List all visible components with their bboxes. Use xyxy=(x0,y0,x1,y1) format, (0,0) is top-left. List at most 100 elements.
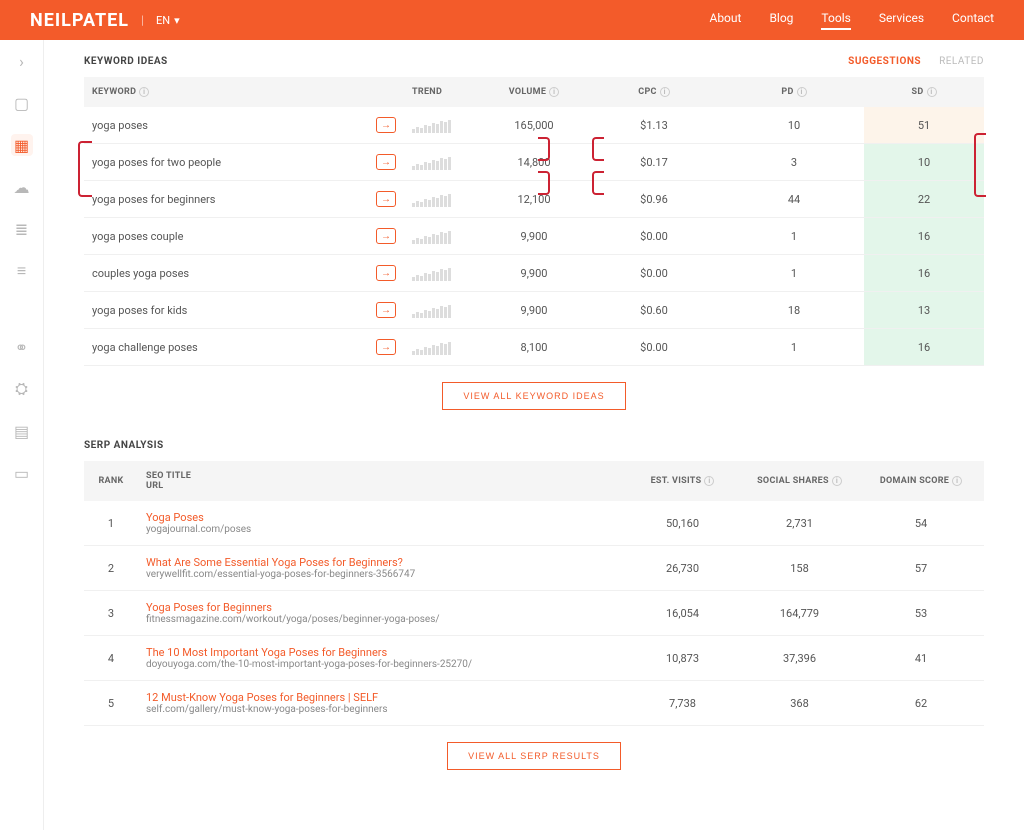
nav-contact[interactable]: Contact xyxy=(952,11,994,30)
sidebar: › ▢ ▦ ☁ ≣ ≡ ⚭ ⛭ ▤ ▭ xyxy=(0,40,44,830)
expand-button[interactable]: → xyxy=(376,154,396,170)
pd-cell: 1 xyxy=(724,218,864,255)
kw-header-row: KEYWORDi TREND VOLUMEi CPCi PDi SDi xyxy=(84,77,984,107)
list-icon[interactable]: ≡ xyxy=(11,260,33,282)
kw-cell: yoga poses for beginners→ xyxy=(84,181,404,218)
info-icon[interactable]: i xyxy=(139,87,149,97)
table-row: couples yoga poses→9,900$0.00116 xyxy=(84,255,984,292)
kw-cell: yoga poses couple→ xyxy=(84,218,404,255)
cpc-cell: $0.17 xyxy=(584,144,724,181)
trend-cell xyxy=(404,292,484,329)
volume-cell: 8,100 xyxy=(484,329,584,366)
trend-cell xyxy=(404,218,484,255)
rank-cell: 5 xyxy=(84,681,138,726)
serp-result-title[interactable]: Yoga Poses for Beginners xyxy=(146,601,616,614)
kw-cell: yoga poses→ xyxy=(84,107,404,144)
serp-result-title[interactable]: 12 Must-Know Yoga Poses for Beginners | … xyxy=(146,691,616,704)
tab-related[interactable]: RELATED xyxy=(939,56,984,67)
score-cell: 41 xyxy=(858,636,984,681)
col-trend: TREND xyxy=(412,87,442,97)
title-url-cell[interactable]: The 10 Most Important Yoga Poses for Beg… xyxy=(138,636,624,681)
sd-cell: 22 xyxy=(864,181,984,218)
keyword-ideas-tabs: SUGGESTIONS RELATED xyxy=(848,56,984,67)
card-icon[interactable]: ▭ xyxy=(11,462,33,484)
volume-cell: 165,000 xyxy=(484,107,584,144)
score-cell: 62 xyxy=(858,681,984,726)
pd-cell: 1 xyxy=(724,255,864,292)
table-row: 4The 10 Most Important Yoga Poses for Be… xyxy=(84,636,984,681)
serp-table: RANK SEO TITLEURL EST. VISITSi SOCIAL SH… xyxy=(84,461,984,726)
language-selector[interactable]: EN ▾ xyxy=(156,14,180,27)
table-row: yoga poses for kids→9,900$0.601813 xyxy=(84,292,984,329)
dashboard-icon[interactable]: ▢ xyxy=(11,92,33,114)
col-score: DOMAIN SCORE xyxy=(880,476,949,486)
serp-result-title[interactable]: The 10 Most Important Yoga Poses for Beg… xyxy=(146,646,616,659)
serp-result-url: verywellfit.com/essential-yoga-poses-for… xyxy=(146,569,616,580)
info-icon[interactable]: i xyxy=(832,476,842,486)
serp-result-title[interactable]: What Are Some Essential Yoga Poses for B… xyxy=(146,556,616,569)
view-all-keywords-button[interactable]: VIEW ALL KEYWORD IDEAS xyxy=(442,382,625,410)
title-url-cell[interactable]: 12 Must-Know Yoga Poses for Beginners | … xyxy=(138,681,624,726)
tab-suggestions[interactable]: SUGGESTIONS xyxy=(848,56,921,67)
nav-services[interactable]: Services xyxy=(879,11,924,30)
pd-cell: 18 xyxy=(724,292,864,329)
grid-icon[interactable]: ▤ xyxy=(11,420,33,442)
info-icon[interactable]: i xyxy=(704,476,714,486)
cpc-cell: $0.96 xyxy=(584,181,724,218)
info-icon[interactable]: i xyxy=(927,87,937,97)
sd-cell: 16 xyxy=(864,255,984,292)
pd-cell: 44 xyxy=(724,181,864,218)
title-url-cell[interactable]: Yoga Poses for Beginnersfitnessmagazine.… xyxy=(138,591,624,636)
info-icon[interactable]: i xyxy=(549,87,559,97)
title-url-cell[interactable]: Yoga Posesyogajournal.com/poses xyxy=(138,501,624,546)
col-url: URL xyxy=(146,481,616,491)
visits-cell: 16,054 xyxy=(624,591,741,636)
expand-button[interactable]: → xyxy=(376,191,396,207)
cpc-cell: $0.60 xyxy=(584,292,724,329)
expand-button[interactable]: → xyxy=(376,339,396,355)
info-icon[interactable]: i xyxy=(797,87,807,97)
col-keyword: KEYWORD xyxy=(92,87,136,97)
table-row: yoga poses→165,000$1.131051 xyxy=(84,107,984,144)
expand-button[interactable]: → xyxy=(376,265,396,281)
serp-header-row: RANK SEO TITLEURL EST. VISITSi SOCIAL SH… xyxy=(84,461,984,501)
volume-cell: 9,900 xyxy=(484,218,584,255)
settings-icon[interactable]: ⛭ xyxy=(11,378,33,400)
nav-blog[interactable]: Blog xyxy=(769,11,793,30)
trend-sparkline xyxy=(412,339,476,355)
expand-button[interactable]: → xyxy=(376,117,396,133)
keywords-icon[interactable]: ▦ xyxy=(11,134,33,156)
col-pd: PD xyxy=(781,87,793,97)
info-icon[interactable]: i xyxy=(952,476,962,486)
trend-cell xyxy=(404,329,484,366)
trend-sparkline xyxy=(412,228,476,244)
score-cell: 53 xyxy=(858,591,984,636)
keyword-ideas-table: KEYWORDi TREND VOLUMEi CPCi PDi SDi yoga… xyxy=(84,77,984,366)
sd-cell: 51 xyxy=(864,107,984,144)
nav-tools[interactable]: Tools xyxy=(821,11,850,30)
score-cell: 54 xyxy=(858,501,984,546)
title-url-cell[interactable]: What Are Some Essential Yoga Poses for B… xyxy=(138,546,624,591)
trend-cell xyxy=(404,181,484,218)
score-cell: 57 xyxy=(858,546,984,591)
site-audit-icon[interactable]: ≣ xyxy=(11,218,33,240)
col-shares: SOCIAL SHARES xyxy=(757,476,829,486)
visits-cell: 7,738 xyxy=(624,681,741,726)
table-row: yoga poses couple→9,900$0.00116 xyxy=(84,218,984,255)
users-icon[interactable]: ⚭ xyxy=(11,336,33,358)
col-rank: RANK xyxy=(98,476,123,486)
serp-result-url: doyouyoga.com/the-10-most-important-yoga… xyxy=(146,659,616,670)
sd-cell: 13 xyxy=(864,292,984,329)
nav-about[interactable]: About xyxy=(709,11,741,30)
serp-result-title[interactable]: Yoga Poses xyxy=(146,511,616,524)
collapse-icon[interactable]: › xyxy=(11,50,33,72)
kw-cell: yoga challenge poses→ xyxy=(84,329,404,366)
cpc-cell: $0.00 xyxy=(584,255,724,292)
expand-button[interactable]: → xyxy=(376,302,396,318)
brand-logo: NEILPATEL xyxy=(30,10,129,31)
traffic-icon[interactable]: ☁ xyxy=(11,176,33,198)
view-all-serp-button[interactable]: VIEW ALL SERP RESULTS xyxy=(447,742,621,770)
rank-cell: 3 xyxy=(84,591,138,636)
info-icon[interactable]: i xyxy=(660,87,670,97)
expand-button[interactable]: → xyxy=(376,228,396,244)
